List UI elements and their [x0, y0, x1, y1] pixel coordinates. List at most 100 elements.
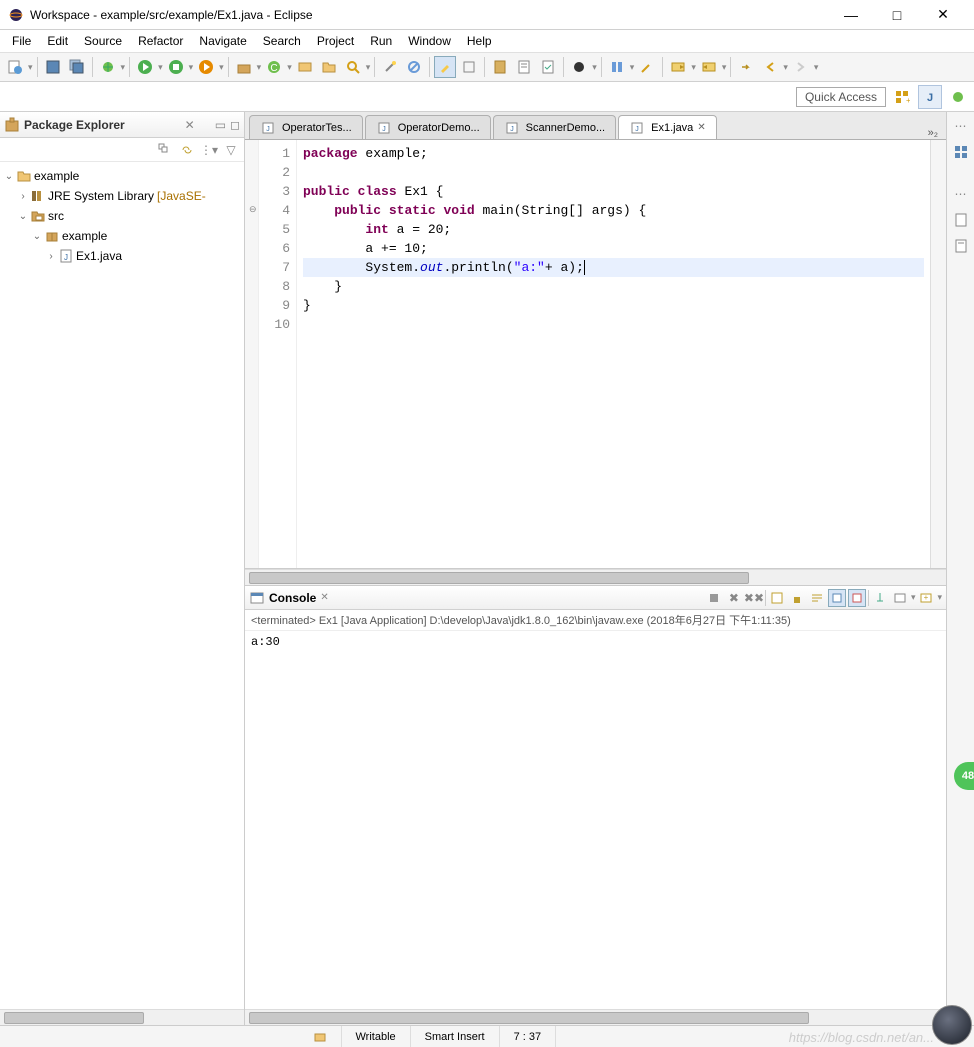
- new-package-icon[interactable]: [233, 56, 255, 78]
- clear-console-icon[interactable]: [768, 589, 786, 607]
- view-menu-icon[interactable]: ▽: [222, 141, 240, 159]
- show-console-on-err-icon[interactable]: [848, 589, 866, 607]
- console-header: Console ✕ ✖ ✖✖ ▾ +▾: [245, 586, 946, 610]
- word-wrap-icon[interactable]: [808, 589, 826, 607]
- menu-navigate[interactable]: Navigate: [191, 32, 254, 50]
- wand-icon[interactable]: [379, 56, 401, 78]
- menu-run[interactable]: Run: [362, 32, 400, 50]
- menu-help[interactable]: Help: [459, 32, 500, 50]
- trim-restore-icon[interactable]: ⋯: [951, 116, 971, 136]
- debug-icon[interactable]: [97, 56, 119, 78]
- java-file-icon: J: [260, 120, 276, 136]
- editor-scroll-x[interactable]: [245, 569, 946, 585]
- next-annotation-icon[interactable]: [667, 56, 689, 78]
- svg-text:J: J: [266, 126, 270, 133]
- java-file-icon: J: [376, 120, 392, 136]
- new-icon[interactable]: [4, 56, 26, 78]
- tasks-icon[interactable]: [951, 210, 971, 230]
- sheet-icon[interactable]: [513, 56, 535, 78]
- tab-scanner-demo[interactable]: JScannerDemo...: [493, 115, 616, 139]
- tree-file-ex1[interactable]: › J Ex1.java: [2, 246, 242, 266]
- tab-ex1[interactable]: JEx1.java✕: [618, 115, 717, 139]
- debug-perspective-icon[interactable]: [946, 85, 970, 109]
- view-minimize-icon[interactable]: ▭: [215, 118, 226, 132]
- search-icon[interactable]: [342, 56, 364, 78]
- menu-refactor[interactable]: Refactor: [130, 32, 191, 50]
- status-insert-mode: Smart Insert: [411, 1026, 500, 1047]
- console-output[interactable]: a:30: [245, 631, 946, 1009]
- task-icon[interactable]: [537, 56, 559, 78]
- paste-icon[interactable]: [489, 56, 511, 78]
- show-console-on-out-icon[interactable]: [828, 589, 846, 607]
- code-editor[interactable]: package example; public class Ex1 { publ…: [297, 140, 930, 568]
- menu-file[interactable]: File: [4, 32, 39, 50]
- menu-search[interactable]: Search: [255, 32, 309, 50]
- project-icon: [16, 168, 32, 184]
- link-editor-icon[interactable]: [178, 141, 196, 159]
- overview-ruler[interactable]: [930, 140, 946, 568]
- status-writable: Writable: [342, 1026, 411, 1047]
- forward-icon[interactable]: [790, 56, 812, 78]
- tabs-overflow[interactable]: »₂: [920, 127, 946, 139]
- console-scroll-x[interactable]: [245, 1009, 946, 1025]
- maximize-button[interactable]: □: [874, 0, 920, 30]
- coverage-icon[interactable]: [165, 56, 187, 78]
- open-perspective-icon[interactable]: +: [890, 85, 914, 109]
- remove-launch-icon[interactable]: ✖: [725, 589, 743, 607]
- tree-package[interactable]: ⌄ example: [2, 226, 242, 246]
- prev-annotation-icon[interactable]: [698, 56, 720, 78]
- folder-icon[interactable]: [318, 56, 340, 78]
- collapse-all-icon[interactable]: [156, 141, 174, 159]
- remove-all-icon[interactable]: ✖✖: [745, 589, 763, 607]
- tab-operator-test[interactable]: JOperatorTes...: [249, 115, 363, 139]
- quick-access[interactable]: Quick Access: [796, 87, 886, 107]
- status-bar: Writable Smart Insert 7 : 37 https://blo…: [0, 1025, 974, 1047]
- editor-tabs: JOperatorTes... JOperatorDemo... JScanne…: [245, 112, 946, 140]
- svg-text:J: J: [382, 126, 386, 133]
- save-icon[interactable]: [42, 56, 64, 78]
- open-type-icon[interactable]: [294, 56, 316, 78]
- notification-badge[interactable]: 48: [954, 762, 974, 790]
- menu-edit[interactable]: Edit: [39, 32, 76, 50]
- watermark: https://blog.csdn.net/an...: [789, 1030, 934, 1045]
- package-explorer-tree[interactable]: ⌄ example › JRE System Library [JavaSE- …: [0, 162, 244, 1009]
- toggle-breadcrumb-icon[interactable]: [568, 56, 590, 78]
- tab-close-icon[interactable]: ✕: [697, 122, 705, 133]
- highlight-icon[interactable]: [434, 56, 456, 78]
- console-tab-close-icon[interactable]: ✕: [320, 592, 328, 603]
- last-edit-icon[interactable]: [735, 56, 757, 78]
- new-class-icon[interactable]: C: [263, 56, 285, 78]
- sidebar-scroll-x[interactable]: [0, 1009, 244, 1025]
- toggle-mark-icon[interactable]: [458, 56, 480, 78]
- pin-console-icon[interactable]: [871, 589, 889, 607]
- trim-restore2-icon[interactable]: ⋯: [951, 184, 971, 204]
- tab-operator-demo[interactable]: JOperatorDemo...: [365, 115, 491, 139]
- minimize-button[interactable]: —: [828, 0, 874, 30]
- run-last-icon[interactable]: [195, 56, 217, 78]
- terminate-icon[interactable]: [705, 589, 723, 607]
- run-icon[interactable]: [134, 56, 156, 78]
- menu-source[interactable]: Source: [76, 32, 130, 50]
- tree-jre[interactable]: › JRE System Library [JavaSE-: [2, 186, 242, 206]
- status-build-icon[interactable]: [299, 1026, 342, 1047]
- view-maximize-icon[interactable]: ◻: [230, 118, 240, 132]
- tree-src[interactable]: ⌄ src: [2, 206, 242, 226]
- outline-icon[interactable]: [951, 142, 971, 162]
- save-all-icon[interactable]: [66, 56, 88, 78]
- pin-icon[interactable]: [606, 56, 628, 78]
- filters-icon[interactable]: ⋮▾: [200, 141, 218, 159]
- scroll-lock-icon[interactable]: [788, 589, 806, 607]
- close-button[interactable]: ✕: [920, 0, 966, 30]
- menu-window[interactable]: Window: [400, 32, 459, 50]
- java-perspective-icon[interactable]: J: [918, 85, 942, 109]
- open-console-icon[interactable]: +: [917, 589, 935, 607]
- view-close-icon[interactable]: ✕: [185, 118, 195, 132]
- cursor-icon[interactable]: [636, 56, 658, 78]
- skip-breakpoints-icon[interactable]: [403, 56, 425, 78]
- line-gutter[interactable]: 1 2 3 ⊖4 5 6 7 8 9 10: [259, 140, 297, 568]
- back-icon[interactable]: [759, 56, 781, 78]
- tree-project[interactable]: ⌄ example: [2, 166, 242, 186]
- menu-project[interactable]: Project: [309, 32, 362, 50]
- display-selected-console-icon[interactable]: [891, 589, 909, 607]
- bookmarks-icon[interactable]: [951, 236, 971, 256]
